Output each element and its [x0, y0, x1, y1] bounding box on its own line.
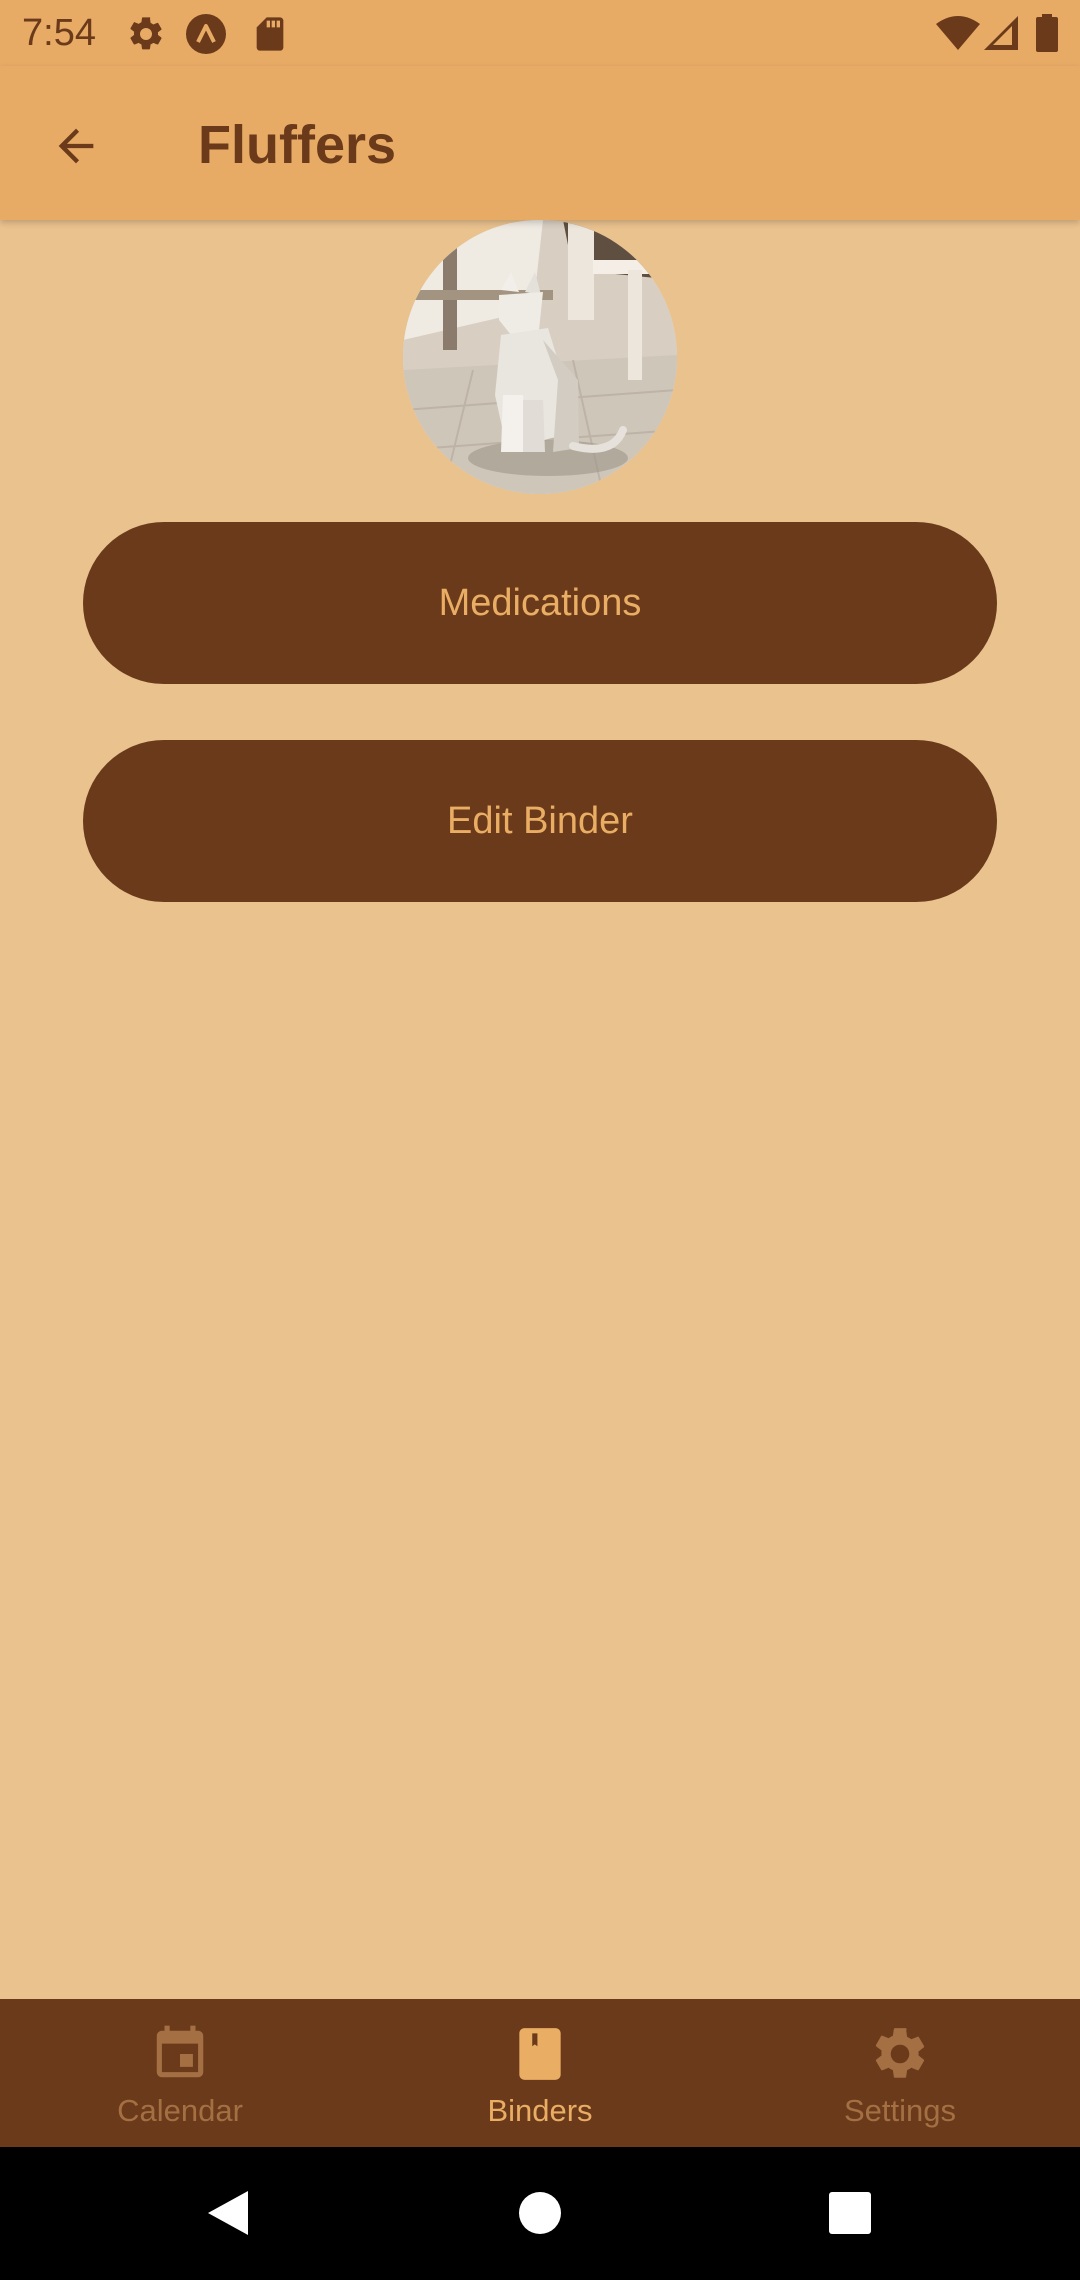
status-bar: 7:54 [0, 0, 1080, 66]
nav-item-calendar[interactable]: Calendar [0, 1999, 360, 2147]
status-time: 7:54 [22, 12, 96, 54]
medications-button[interactable]: Medications [83, 522, 997, 684]
bottom-nav: Calendar Binders Settings [0, 1999, 1080, 2147]
system-nav-bar [0, 2147, 1080, 2280]
edit-binder-button[interactable]: Edit Binder [83, 740, 997, 902]
recents-square-icon[interactable] [814, 2177, 886, 2249]
avatar[interactable] [403, 220, 677, 494]
battery-icon [1034, 14, 1060, 54]
arrow-left-icon [50, 120, 102, 177]
nav-item-settings[interactable]: Settings [720, 1999, 1080, 2147]
binder-icon [509, 2023, 571, 2085]
nav-label-calendar: Calendar [117, 2093, 243, 2128]
wifi-icon [936, 14, 980, 54]
nav-item-binders[interactable]: Binders [360, 1999, 720, 2147]
calendar-icon [149, 2023, 211, 2085]
app-logo-icon [186, 14, 226, 54]
cellular-signal-icon [982, 14, 1022, 54]
sd-card-icon [250, 14, 290, 54]
home-circle-icon[interactable] [504, 2177, 576, 2249]
back-button[interactable] [36, 108, 116, 188]
gear-icon [869, 2023, 931, 2085]
back-triangle-icon[interactable] [190, 2177, 262, 2249]
page-title: Fluffers [198, 115, 397, 175]
nav-label-settings: Settings [843, 2093, 956, 2128]
gear-icon [126, 14, 166, 54]
app-bar: Fluffers [0, 66, 1080, 220]
nav-label-binders: Binders [487, 2093, 593, 2128]
